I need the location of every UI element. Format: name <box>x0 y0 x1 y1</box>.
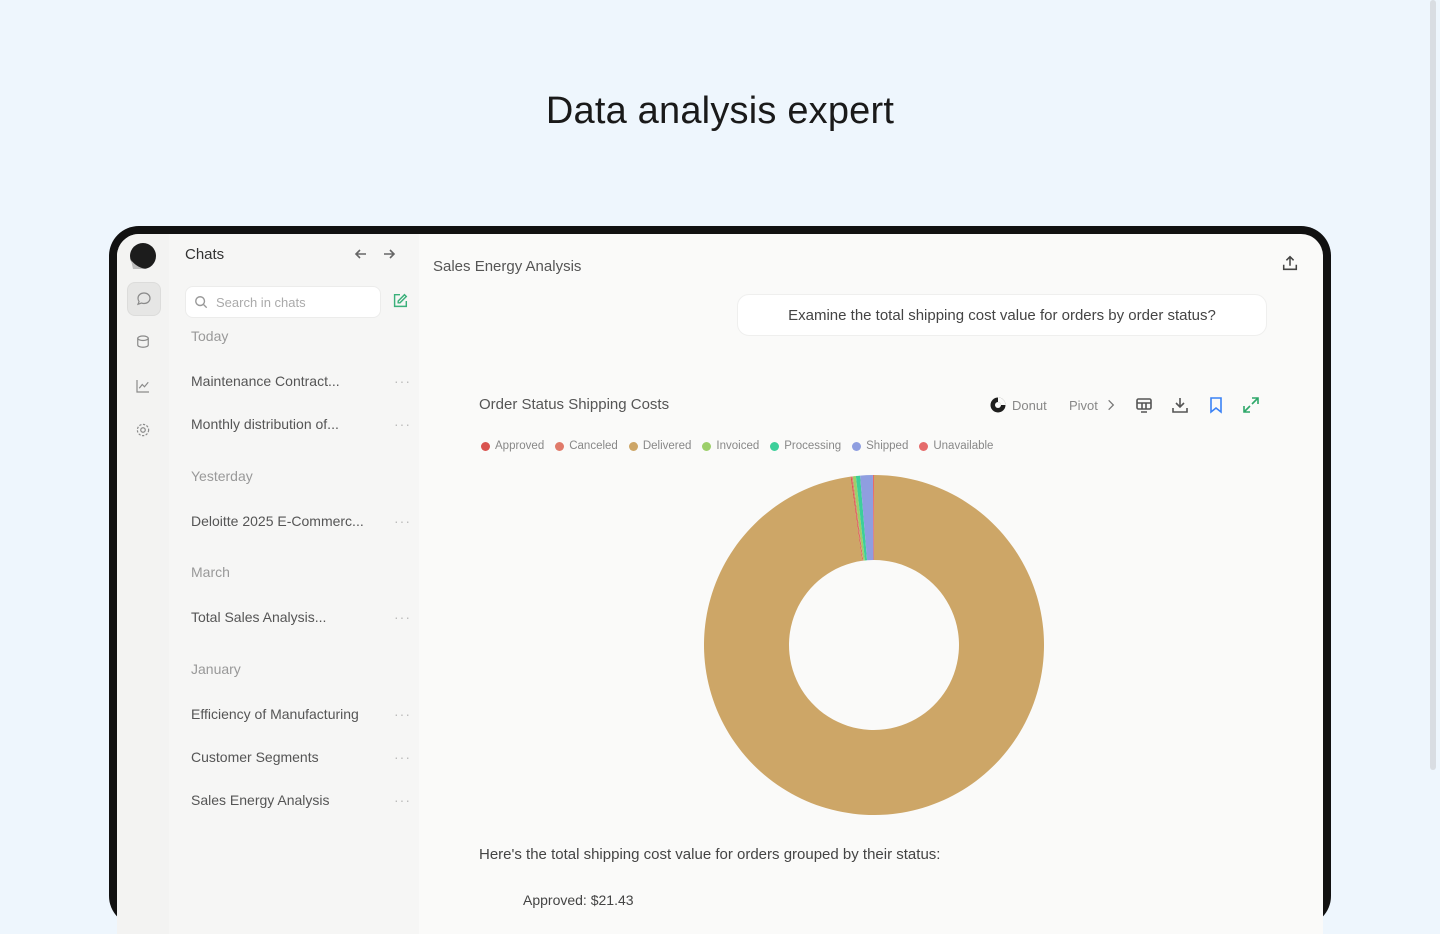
legend-label: Canceled <box>569 440 618 452</box>
pivot-button[interactable]: Pivot <box>1069 394 1118 416</box>
chat-item-label: Maintenance Contract... <box>191 373 340 389</box>
more-options-icon[interactable]: ··· <box>394 513 411 529</box>
chart-type-label: Donut <box>1012 397 1047 413</box>
more-options-icon[interactable]: ··· <box>394 609 411 625</box>
search-box <box>185 286 381 318</box>
expand-button[interactable] <box>1242 394 1260 416</box>
user-message-bubble: Examine the total shipping cost value fo… <box>737 294 1267 336</box>
legend-swatch <box>770 441 780 451</box>
chat-item[interactable]: Total Sales Analysis... ··· <box>191 605 417 629</box>
legend-swatch <box>628 441 638 451</box>
arrow-right-icon <box>384 249 396 259</box>
donut-chart <box>704 475 1044 815</box>
pivot-label: Pivot <box>1069 397 1098 413</box>
download-button[interactable] <box>1171 394 1189 416</box>
legend-item[interactable]: Processing <box>770 440 841 452</box>
compose-icon <box>393 293 408 308</box>
answer-intro: Here's the total shipping cost value for… <box>479 846 941 863</box>
chat-item[interactable]: Customer Segments ··· <box>191 745 417 769</box>
donut-chart-icon <box>990 397 1006 413</box>
more-options-icon[interactable]: ··· <box>394 706 411 722</box>
table-view-button[interactable] <box>1135 394 1153 416</box>
legend-label: Approved <box>495 440 545 452</box>
chat-item[interactable]: Deloitte 2025 E-Commerc... ··· <box>191 509 417 533</box>
more-options-icon[interactable]: ··· <box>394 749 411 765</box>
chat-item-label: Monthly distribution of... <box>191 416 339 432</box>
legend-swatch <box>852 441 862 451</box>
chevron-right-icon <box>1108 399 1115 411</box>
search-input[interactable] <box>214 293 368 311</box>
chat-item[interactable]: Sales Energy Analysis ··· <box>191 788 417 812</box>
chat-bubble-icon <box>136 292 151 306</box>
legend-item[interactable]: Shipped <box>852 440 908 452</box>
chats-sidebar: Chats Today Maintenance Contract... ··· … <box>169 234 419 934</box>
legend-item[interactable]: Approved <box>481 440 544 452</box>
legend-label: Invoiced <box>716 440 760 452</box>
rail-analytics-button[interactable] <box>127 370 159 402</box>
share-button[interactable] <box>1281 254 1301 274</box>
chat-item[interactable]: Maintenance Contract... ··· <box>191 369 417 393</box>
chat-item-label: Total Sales Analysis... <box>191 609 327 625</box>
download-icon <box>1172 398 1188 413</box>
app-screen: Chats Today Maintenance Contract... ··· … <box>117 234 1323 934</box>
app-logo[interactable] <box>129 242 157 270</box>
hero-title: Data analysis expert <box>545 90 895 132</box>
legend-swatch <box>702 441 712 451</box>
device-frame: Chats Today Maintenance Contract... ··· … <box>109 226 1331 934</box>
bookmark-icon <box>1210 397 1222 414</box>
nav-back-button[interactable] <box>353 246 369 262</box>
chat-item-label: Efficiency of Manufacturing <box>191 706 359 722</box>
group-label-yesterday: Yesterday <box>191 468 253 484</box>
page-scrollbar[interactable] <box>1430 0 1436 770</box>
arrow-left-icon <box>354 249 366 259</box>
legend-item[interactable]: Unavailable <box>919 440 993 452</box>
database-icon <box>137 335 149 348</box>
line-chart-icon <box>136 380 149 393</box>
legend-item[interactable]: Delivered <box>628 440 692 452</box>
search-icon <box>195 296 208 309</box>
answer-line: Approved: $21.43 <box>523 892 634 908</box>
chart-title: Order Status Shipping Costs <box>479 396 670 413</box>
more-options-icon[interactable]: ··· <box>394 416 411 432</box>
chart-legend: Approved Canceled Delivered Invoiced Process… <box>481 440 993 452</box>
bookmark-button[interactable] <box>1207 394 1225 416</box>
new-chat-button[interactable] <box>391 292 411 312</box>
chat-item-label: Sales Energy Analysis <box>191 792 330 808</box>
chart-type-button[interactable]: Donut <box>989 394 1047 416</box>
more-options-icon[interactable]: ··· <box>394 792 411 808</box>
legend-label: Unavailable <box>933 440 994 452</box>
chat-title: Sales Energy Analysis <box>433 258 582 275</box>
chat-item[interactable]: Efficiency of Manufacturing ··· <box>191 702 417 726</box>
share-icon <box>1282 255 1298 271</box>
legend-item[interactable]: Invoiced <box>702 440 759 452</box>
rail-settings-button[interactable] <box>127 414 159 446</box>
chat-item-label: Customer Segments <box>191 749 319 765</box>
rail-chats-button[interactable] <box>127 282 161 316</box>
chat-item-label: Deloitte 2025 E-Commerc... <box>191 513 364 529</box>
gear-icon <box>136 423 150 437</box>
group-label-january: January <box>191 661 241 677</box>
legend-label: Delivered <box>642 440 692 452</box>
sidebar-title: Chats <box>185 246 225 263</box>
group-label-today: Today <box>191 328 229 344</box>
nav-forward-button[interactable] <box>381 246 397 262</box>
table-icon <box>1136 398 1152 413</box>
legend-label: Processing <box>784 440 842 452</box>
legend-swatch <box>555 441 565 451</box>
legend-label: Shipped <box>866 440 909 452</box>
legend-swatch <box>481 441 490 451</box>
expand-icon <box>1243 397 1259 413</box>
legend-item[interactable]: Canceled <box>555 440 618 452</box>
group-label-march: March <box>191 564 230 580</box>
more-options-icon[interactable]: ··· <box>394 373 411 389</box>
chat-item[interactable]: Monthly distribution of... ··· <box>191 412 417 436</box>
rail-database-button[interactable] <box>127 326 159 358</box>
legend-swatch <box>919 441 929 451</box>
icon-rail <box>117 234 170 934</box>
